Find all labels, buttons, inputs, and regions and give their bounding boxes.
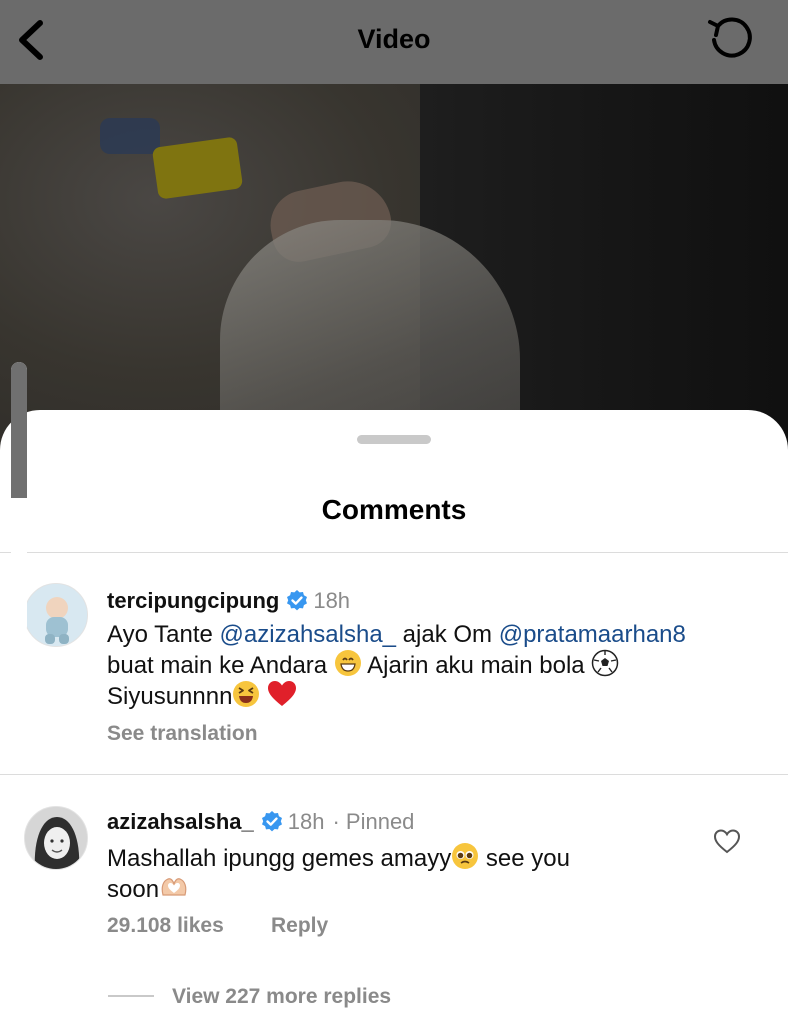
comment-body: Mashallah ipungg gemes amayy see you soo… [107,842,707,904]
comment-divider [0,774,788,775]
comment-time: 18h [287,809,325,834]
comment-text: Ajarin aku main bola [361,652,585,679]
comment-text: see you [479,845,570,872]
comment-time: 18h [313,588,351,613]
mention-link[interactable]: @azizahsalsha_ [220,621,396,648]
heart-hands-icon [161,878,187,896]
sheet-title: Comments [321,494,467,525]
avatar[interactable] [24,806,88,870]
user-avatar-icon [25,807,87,869]
reply-button[interactable]: Reply [271,914,328,938]
page-title: Video [357,24,431,54]
replies-divider-line [108,995,154,997]
top-bar: Video [0,0,788,84]
comment-author[interactable]: tercipungcipung 18h [107,588,350,614]
video-scrubber[interactable] [11,362,27,634]
view-replies-link[interactable]: View 227 more replies [172,985,391,1009]
likes-count[interactable]: 29.108 likes [107,914,224,938]
soccer-ball-icon [592,649,619,677]
comment-text: ajak Om [396,621,499,648]
see-translation-link[interactable]: See translation [107,722,258,746]
username[interactable]: tercipungcipung [107,588,279,614]
verified-icon [261,811,282,832]
comment-text: Ayo Tante [107,621,220,648]
avatar[interactable] [24,583,88,647]
video-scrubber-thumb[interactable] [11,362,27,498]
comment-text: Siyusunnnn [107,683,233,710]
sheet-grabber[interactable] [357,435,431,444]
like-heart-icon[interactable] [713,828,741,854]
comment-text: soon [107,876,160,903]
mention-link[interactable]: @pratamaarhan8 [499,621,686,648]
header-divider [0,552,788,553]
comment-text: buat main ke Andara [107,652,334,679]
comment-text: Mashallah ipungg gemes amayy [107,845,452,872]
comment-author[interactable]: azizahsalsha_ 18h · Pinned [107,809,414,835]
comment-body: Ayo Tante @azizahsalsha_ ajak Om @pratam… [107,621,767,711]
pinned-label: · Pinned [332,809,415,834]
verified-icon [287,590,308,611]
red-heart-icon [268,681,297,706]
grinning-face-icon [334,650,361,676]
replay-icon[interactable] [706,14,756,64]
pleading-face-icon [452,843,479,869]
laughing-face-icon [233,681,260,707]
baby-avatar-icon [25,584,87,646]
video-frame-toy [100,118,160,154]
username[interactable]: azizahsalsha_ [107,809,254,835]
